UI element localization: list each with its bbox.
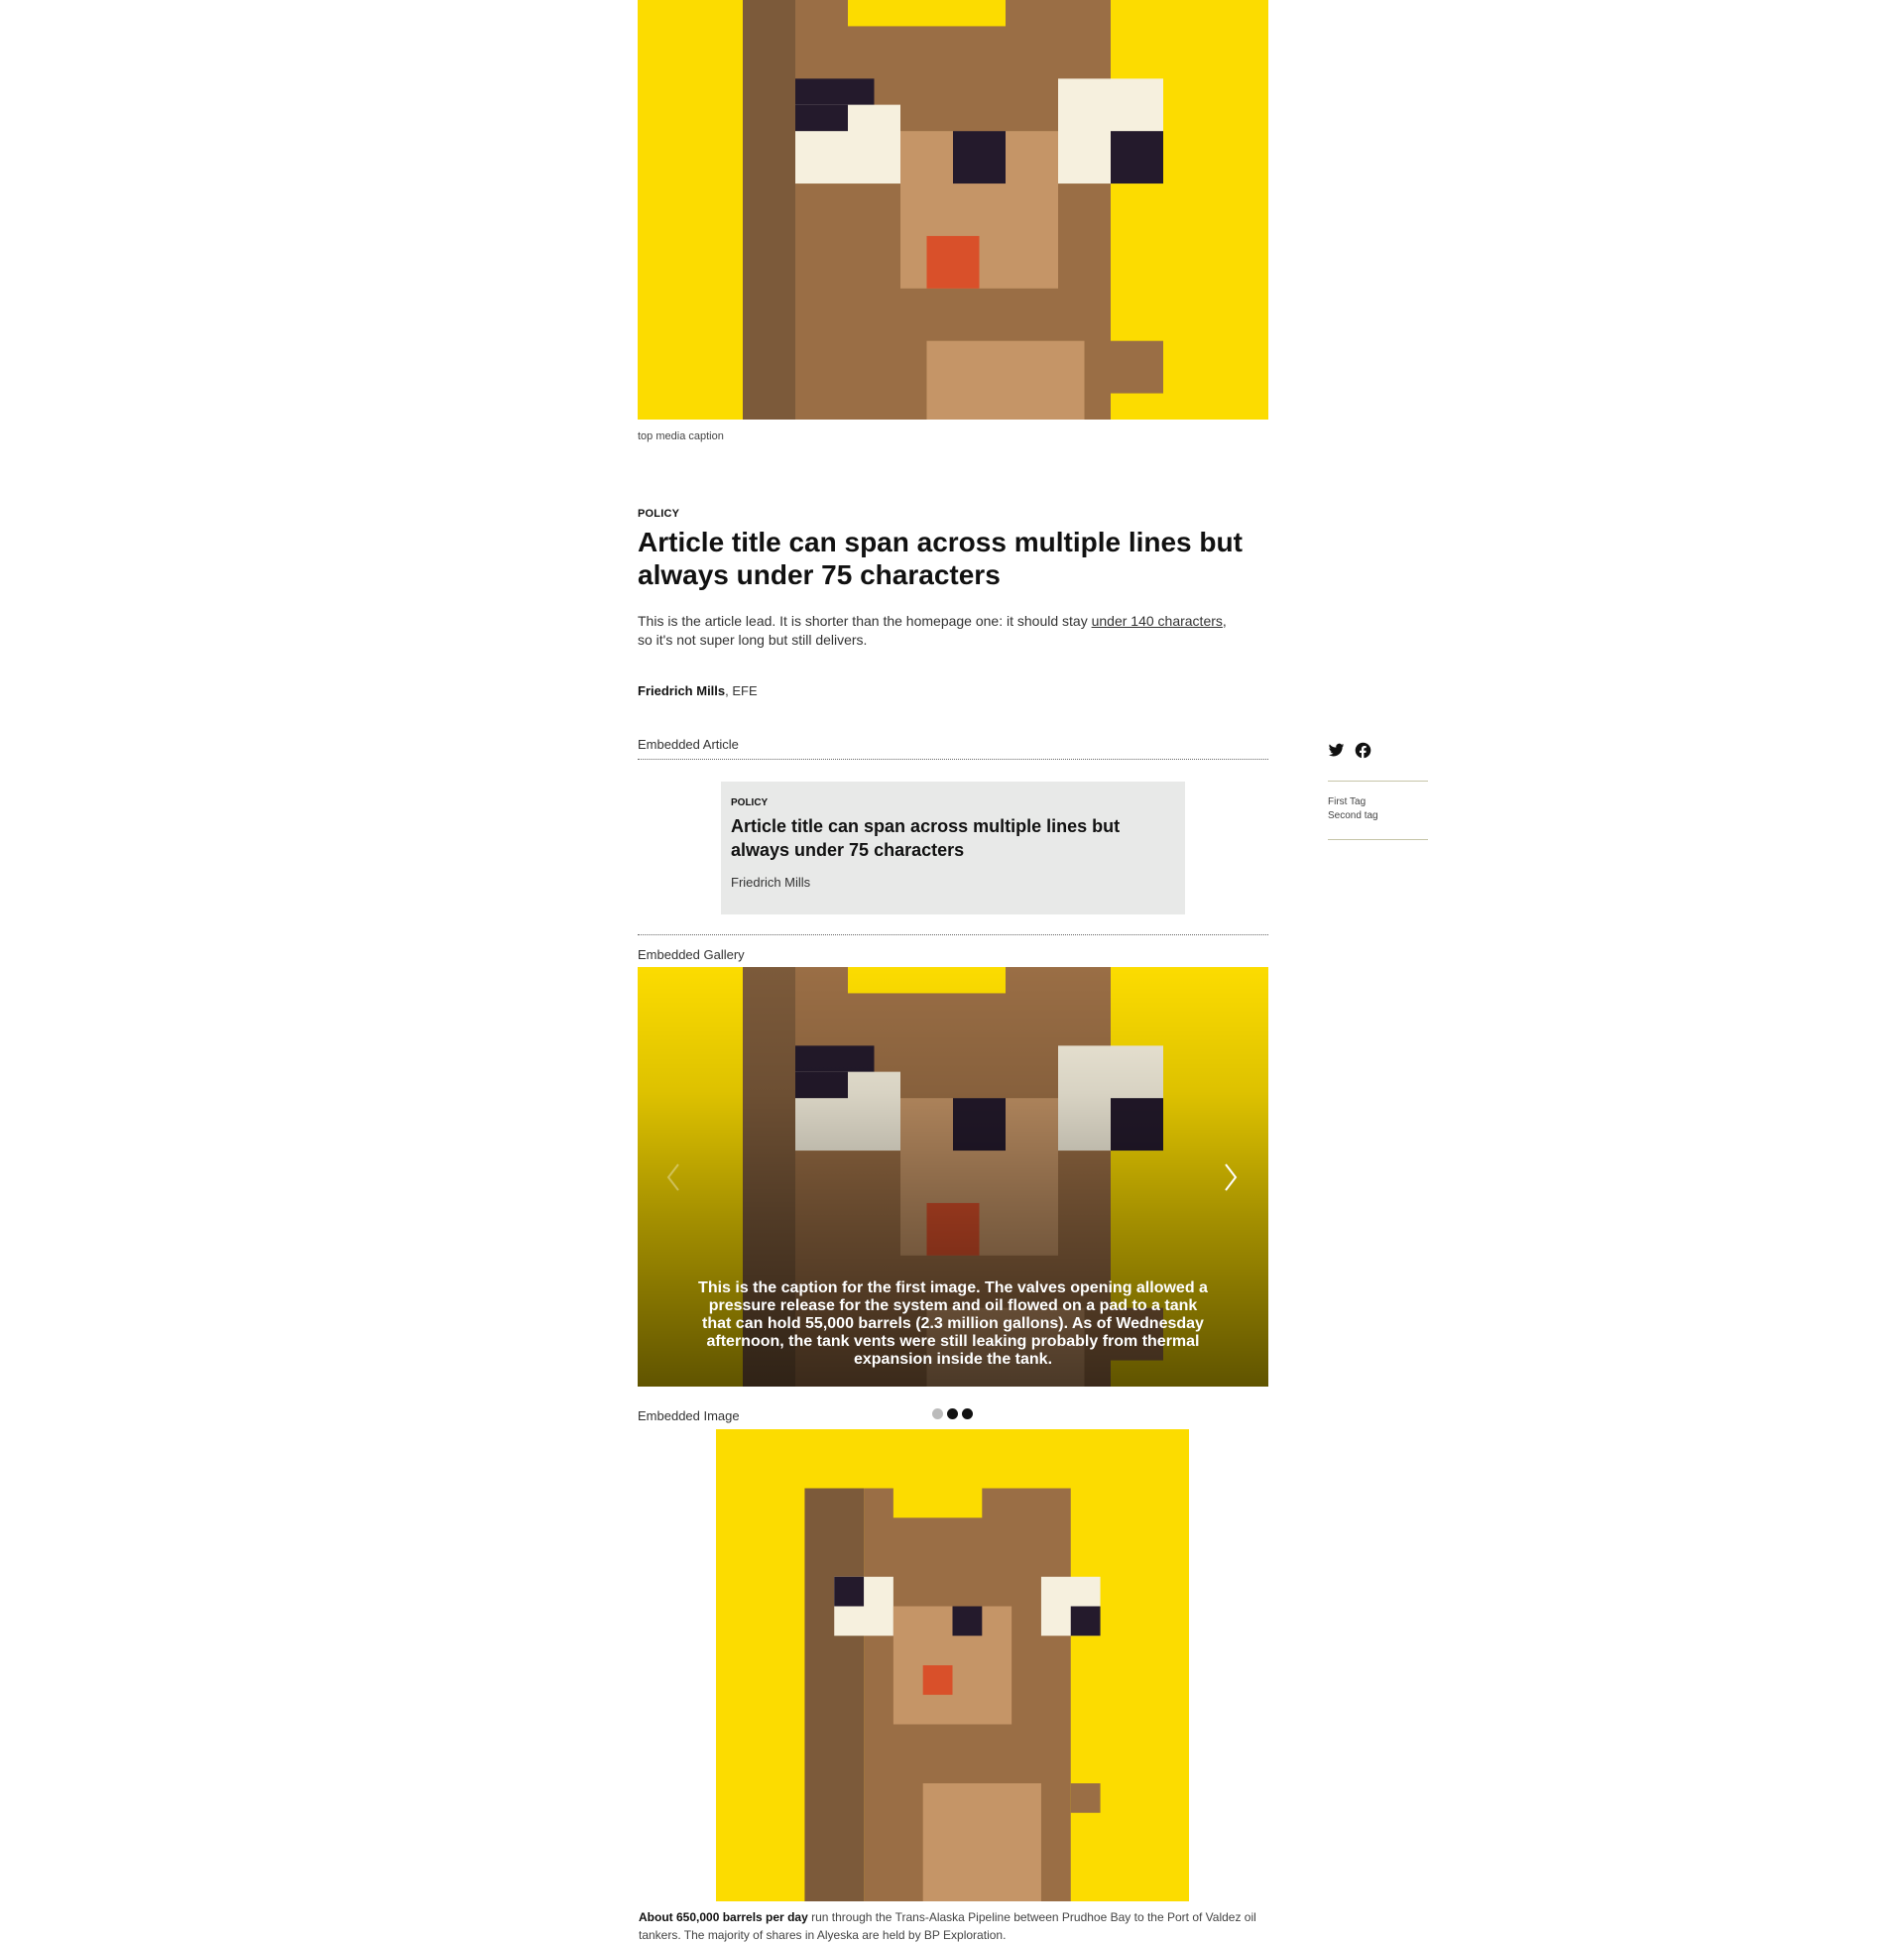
divider — [638, 759, 1268, 760]
tag-link[interactable]: First Tag — [1328, 795, 1378, 809]
article-lead-link[interactable]: under 140 characters — [1092, 613, 1223, 629]
twitter-icon[interactable] — [1328, 742, 1345, 759]
gallery-pagination — [932, 1408, 973, 1419]
gallery-dot[interactable] — [962, 1408, 973, 1419]
caption-highlight: About 650,000 barrels per day — [639, 1910, 808, 1924]
tag-link[interactable]: Second tag — [1328, 809, 1378, 823]
article-lead-text: This is the article lead. It is shorter … — [638, 613, 1092, 629]
article-lead: This is the article lead. It is shorter … — [638, 612, 1233, 650]
embedded-article-author: Friedrich Mills — [731, 875, 811, 890]
divider — [1328, 781, 1428, 782]
article-category[interactable]: POLICY — [638, 508, 679, 520]
top-media-image — [638, 0, 1268, 420]
author-name[interactable]: Friedrich Mills — [638, 683, 725, 698]
facebook-icon[interactable] — [1355, 742, 1371, 759]
top-media-caption: top media caption — [638, 430, 724, 442]
article-title: Article title can span across multiple l… — [638, 527, 1243, 590]
share-bar — [1328, 742, 1371, 759]
embedded-article-label: Embedded Article — [638, 737, 739, 752]
gallery-caption: This is the caption for the first image.… — [698, 1279, 1208, 1368]
chevron-right-icon[interactable] — [1218, 1160, 1242, 1194]
chevron-left-icon[interactable] — [662, 1160, 686, 1194]
divider — [638, 934, 1268, 935]
embedded-gallery-label: Embedded Gallery — [638, 947, 745, 962]
embedded-article-card[interactable]: POLICY Article title can span across mul… — [721, 782, 1185, 914]
gallery-dot[interactable] — [932, 1408, 943, 1419]
embedded-image-caption: About 650,000 barrels per day run throug… — [639, 1908, 1269, 1943]
embedded-article-category: POLICY — [731, 797, 769, 808]
agency-name: , EFE — [725, 683, 758, 698]
embedded-article-title: Article title can span across multiple l… — [731, 816, 1121, 860]
gallery-dot[interactable] — [947, 1408, 958, 1419]
embedded-image-label: Embedded Image — [638, 1408, 740, 1423]
divider — [1328, 839, 1428, 840]
byline: Friedrich Mills, EFE — [638, 683, 758, 698]
tag-list: First Tag Second tag — [1328, 795, 1378, 823]
embedded-image — [716, 1429, 1189, 1901]
